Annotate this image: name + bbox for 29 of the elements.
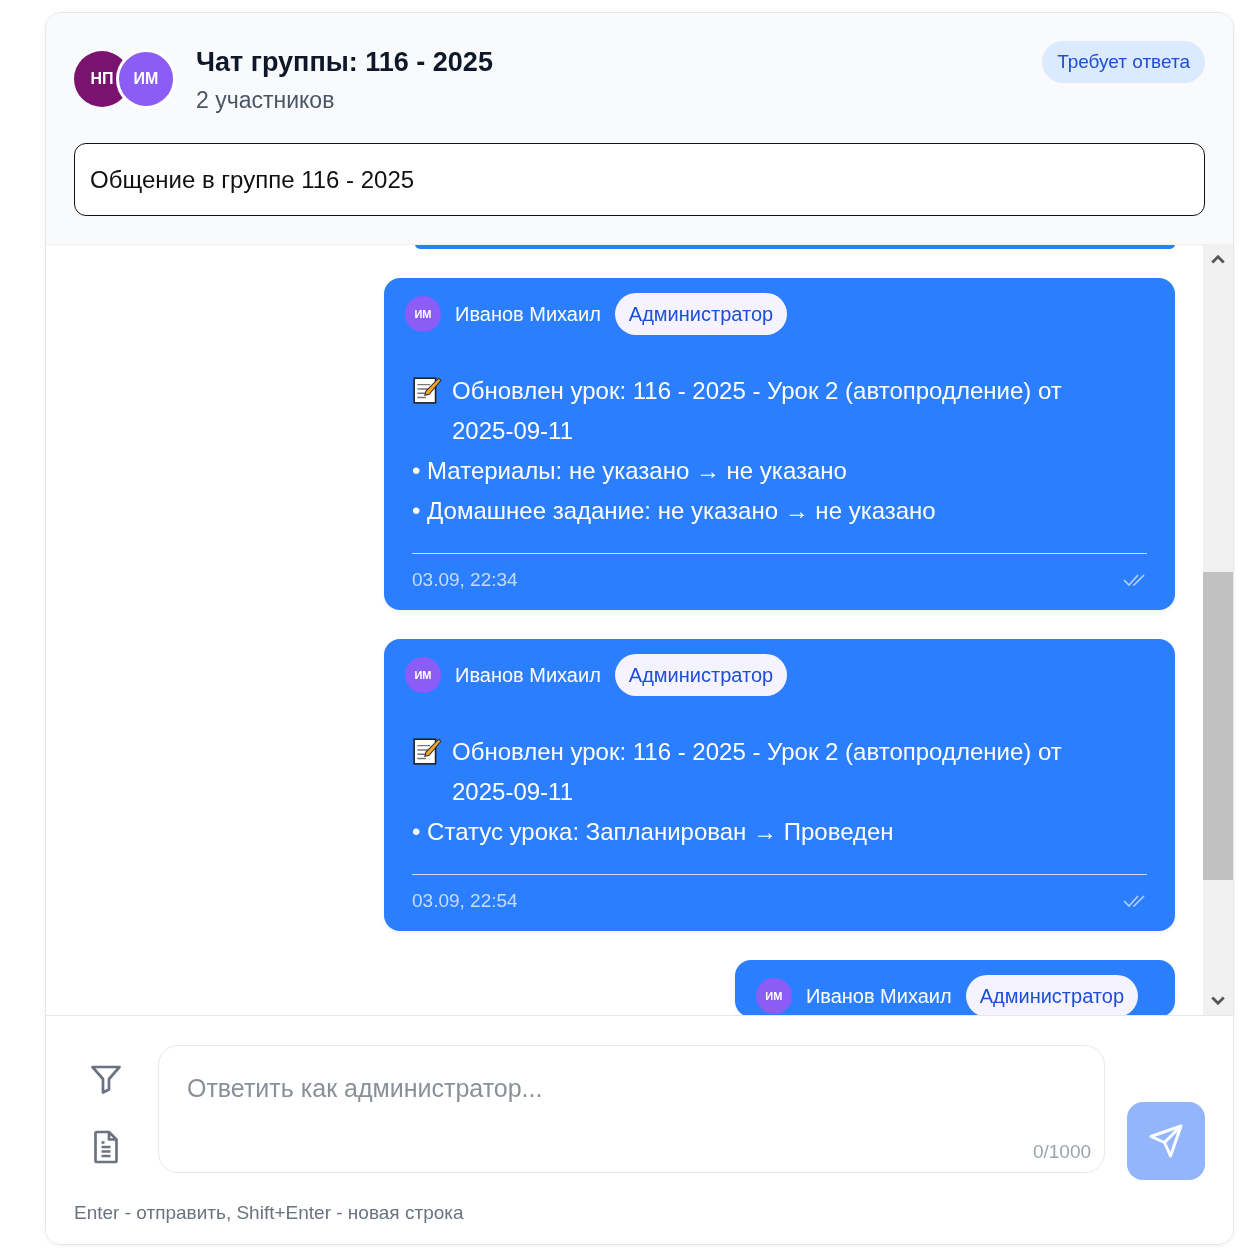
avatar: ИМ	[116, 49, 176, 109]
message-text: • Материалы: не указано → не указано	[412, 456, 848, 486]
character-counter: 0/1000	[1032, 1141, 1092, 1163]
scroll-up-icon[interactable]	[1210, 253, 1226, 265]
message-time: 03.09, 22:34	[412, 568, 518, 592]
keyboard-hint: Enter - отправить, Shift+Enter - новая строка	[74, 1202, 465, 1224]
send-icon	[1148, 1123, 1184, 1159]
sender-name: Иванов Михаил	[805, 984, 952, 1008]
sender-name: Иванов Михаил	[455, 302, 601, 326]
chat-title: Чат группы: 116 - 2025	[196, 46, 493, 79]
message-text: Обновлен урок: 116 - 2025 - Урок 2 (автопродление) от 2025-09-11	[452, 376, 1063, 446]
sender-avatar: ИМ	[405, 657, 441, 693]
participant-count: 2 участников	[196, 86, 336, 115]
message-text: • Статус урока: Запланирован → Проведен	[412, 817, 895, 847]
sender-name: Иванов Михаил	[455, 663, 601, 687]
topic-field[interactable]: Общение в группе 116 - 2025	[74, 143, 1205, 216]
scroll-down-icon[interactable]	[1210, 995, 1226, 1007]
memo-icon	[412, 736, 442, 766]
memo-icon	[412, 375, 442, 405]
role-badge: Администратор	[614, 293, 788, 335]
message-text: • Домашнее задание: не указано → не указано	[412, 496, 937, 526]
sender-avatar: ИМ	[405, 296, 441, 332]
sender-avatar: ИМ	[755, 978, 792, 1014]
message-time: 03.09, 22:54	[412, 889, 518, 913]
message-text: Обновлен урок: 116 - 2025 - Урок 2 (автопродление) от 2025-09-11	[452, 737, 1063, 807]
role-badge: Администратор	[614, 654, 788, 696]
scrollbar[interactable]	[1203, 245, 1233, 1015]
status-badge: Требует ответа	[1042, 41, 1205, 83]
role-badge: Администратор	[965, 975, 1138, 1015]
